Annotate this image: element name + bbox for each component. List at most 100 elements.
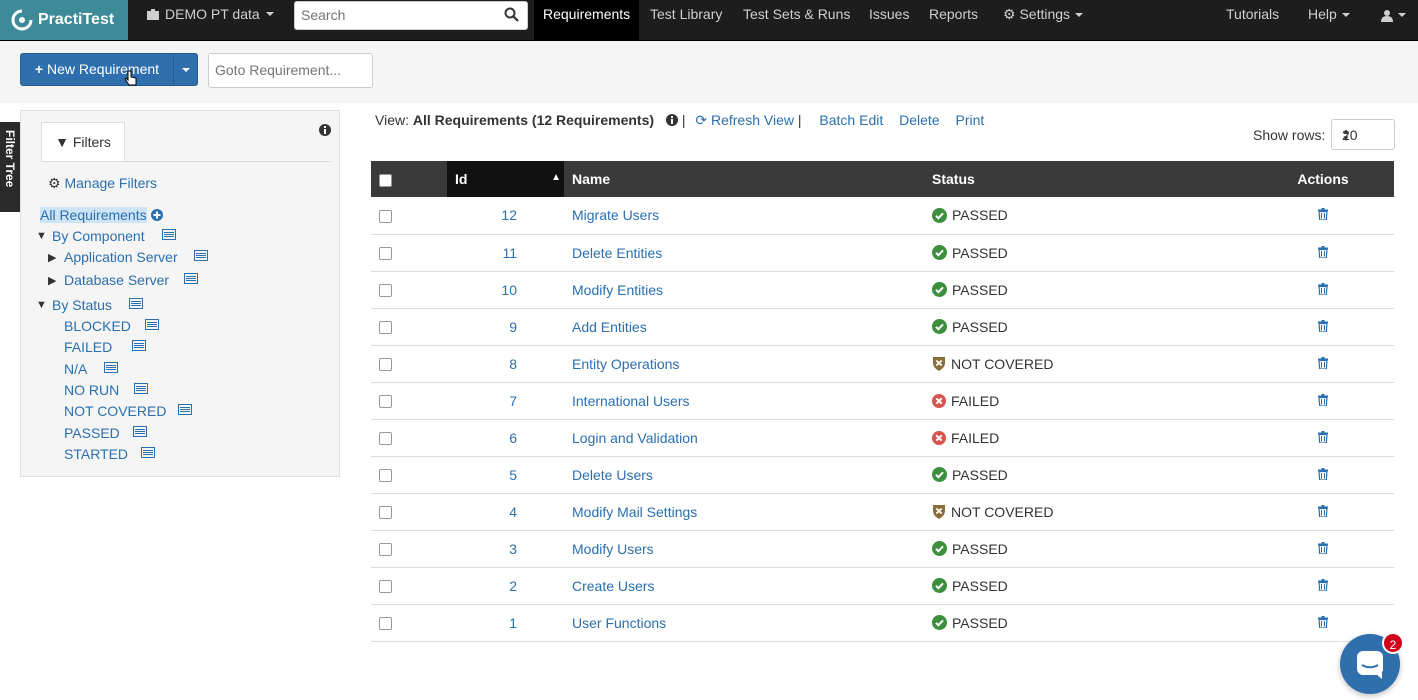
requirement-name-link[interactable]: Modify Users [572, 541, 654, 557]
trash-icon[interactable] [1318, 541, 1328, 555]
name-column-header[interactable]: Name [564, 161, 924, 197]
list-view-icon[interactable] [194, 250, 208, 261]
requirement-id-link[interactable]: 10 [501, 282, 517, 298]
filter-all-requirements[interactable]: All Requirements [40, 207, 163, 223]
new-requirement-button[interactable]: + New Requirement [21, 54, 173, 85]
filter-status-item[interactable]: STARTED [64, 446, 128, 462]
trash-icon[interactable] [1318, 504, 1328, 518]
filter-status-item[interactable]: NO RUN [64, 382, 119, 398]
list-view-icon[interactable] [184, 273, 198, 284]
row-checkbox[interactable] [379, 210, 392, 224]
row-checkbox[interactable] [379, 321, 392, 335]
trash-icon[interactable] [1318, 208, 1328, 221]
requirement-name-link[interactable]: Delete Entities [572, 245, 662, 261]
requirement-id-link[interactable]: 4 [509, 504, 517, 520]
search-icon[interactable] [504, 7, 519, 22]
row-checkbox[interactable] [379, 580, 392, 594]
list-view-icon[interactable] [132, 340, 146, 352]
new-requirement-dropdown-toggle[interactable] [173, 54, 198, 85]
search-input[interactable] [295, 2, 497, 28]
table-row[interactable]: 1 User Functions PASSED [371, 604, 1394, 641]
requirement-id-link[interactable]: 7 [509, 393, 517, 409]
nav-help[interactable]: Help [1308, 0, 1350, 40]
requirement-id-link[interactable]: 12 [501, 207, 517, 223]
info-icon[interactable] [665, 114, 678, 126]
nav-requirements[interactable]: Requirements [534, 0, 640, 40]
print-link[interactable]: Print [956, 112, 985, 128]
filter-status-item[interactable]: N/A [64, 361, 87, 377]
requirement-id-link[interactable]: 6 [509, 430, 517, 446]
requirement-id-link[interactable]: 1 [509, 615, 517, 631]
requirement-id-link[interactable]: 11 [502, 245, 517, 261]
nav-test-sets-runs[interactable]: Test Sets & Runs [743, 0, 850, 40]
requirement-name-link[interactable]: Delete Users [572, 467, 653, 483]
nav-tutorials[interactable]: Tutorials [1226, 0, 1279, 40]
filter-status-item[interactable]: PASSED [64, 425, 120, 441]
requirement-name-link[interactable]: Login and Validation [572, 430, 698, 446]
table-row[interactable]: 12 Migrate Users PASSED [371, 197, 1394, 234]
table-row[interactable]: 3 Modify Users PASSED [371, 530, 1394, 567]
info-icon[interactable] [319, 124, 331, 136]
trash-icon[interactable] [1318, 615, 1328, 629]
row-checkbox[interactable] [379, 432, 392, 446]
requirement-name-link[interactable]: International Users [572, 393, 690, 409]
requirement-name-link[interactable]: Modify Mail Settings [572, 504, 697, 520]
table-row[interactable]: 2 Create Users PASSED [371, 567, 1394, 604]
nav-issues[interactable]: Issues [869, 0, 909, 40]
table-row[interactable]: 8 Entity Operations NOT COVERED [371, 345, 1394, 382]
delete-link[interactable]: Delete [899, 112, 939, 128]
row-checkbox[interactable] [379, 247, 392, 261]
table-row[interactable]: 10 Modify Entities PASSED [371, 271, 1394, 308]
table-row[interactable]: 7 International Users FAILED [371, 382, 1394, 419]
list-view-icon[interactable] [145, 319, 159, 330]
user-menu[interactable] [1381, 0, 1406, 40]
requirement-name-link[interactable]: Migrate Users [572, 207, 659, 223]
row-checkbox[interactable] [379, 617, 392, 631]
table-row[interactable]: 6 Login and Validation FAILED [371, 419, 1394, 456]
trash-icon[interactable] [1318, 282, 1328, 296]
expand-toggle-icon[interactable]: ▼ [36, 299, 47, 311]
table-row[interactable]: 5 Delete Users PASSED [371, 456, 1394, 493]
trash-icon[interactable] [1318, 393, 1328, 407]
select-all-checkbox[interactable] [379, 173, 392, 187]
trash-icon[interactable] [1318, 578, 1328, 592]
requirement-name-link[interactable]: Entity Operations [572, 356, 679, 372]
nav-settings[interactable]: ⚙ Settings [1003, 0, 1084, 40]
row-checkbox[interactable] [379, 543, 392, 557]
row-checkbox[interactable] [379, 395, 392, 409]
requirement-id-link[interactable]: 5 [509, 467, 517, 483]
requirement-id-link[interactable]: 8 [509, 356, 517, 372]
filter-status-item[interactable]: FAILED [64, 339, 112, 355]
table-row[interactable]: 4 Modify Mail Settings NOT COVERED [371, 493, 1394, 530]
trash-icon[interactable] [1318, 356, 1328, 370]
list-view-icon[interactable] [104, 361, 118, 373]
list-view-icon[interactable] [141, 446, 155, 458]
requirement-name-link[interactable]: User Functions [572, 615, 666, 631]
trash-icon[interactable] [1318, 467, 1328, 481]
manage-filters-link[interactable]: ⚙ Manage Filters [48, 175, 157, 192]
nav-test-library[interactable]: Test Library [650, 0, 722, 40]
add-circle-icon[interactable] [150, 209, 163, 221]
requirement-name-link[interactable]: Create Users [572, 578, 654, 594]
collapse-toggle-icon[interactable]: ▶ [48, 251, 56, 264]
collapse-toggle-icon[interactable]: ▶ [48, 274, 56, 287]
filter-by-status[interactable]: By Status [52, 297, 112, 313]
tab-filters[interactable]: ▼ Filters [41, 122, 125, 162]
list-view-icon[interactable] [178, 404, 192, 416]
trash-icon[interactable] [1318, 430, 1328, 444]
table-row[interactable]: 11 Delete Entities PASSED [371, 234, 1394, 271]
id-column-header[interactable]: Id ▲ [447, 161, 564, 197]
refresh-view-link[interactable]: ⟳ Refresh View [695, 112, 794, 128]
trash-icon[interactable] [1318, 319, 1328, 333]
row-checkbox[interactable] [379, 358, 392, 372]
row-checkbox[interactable] [379, 506, 392, 520]
goto-requirement-input[interactable] [209, 54, 371, 85]
row-checkbox[interactable] [379, 469, 392, 483]
trash-icon[interactable] [1318, 245, 1328, 259]
list-view-icon[interactable] [133, 425, 147, 437]
practitest-logo[interactable]: PractiTest [0, 0, 128, 40]
row-checkbox[interactable] [379, 284, 392, 298]
batch-edit-link[interactable]: Batch Edit [819, 112, 883, 128]
filter-tree-tab[interactable]: Filter Tree [0, 122, 22, 212]
nav-reports[interactable]: Reports [929, 0, 978, 40]
